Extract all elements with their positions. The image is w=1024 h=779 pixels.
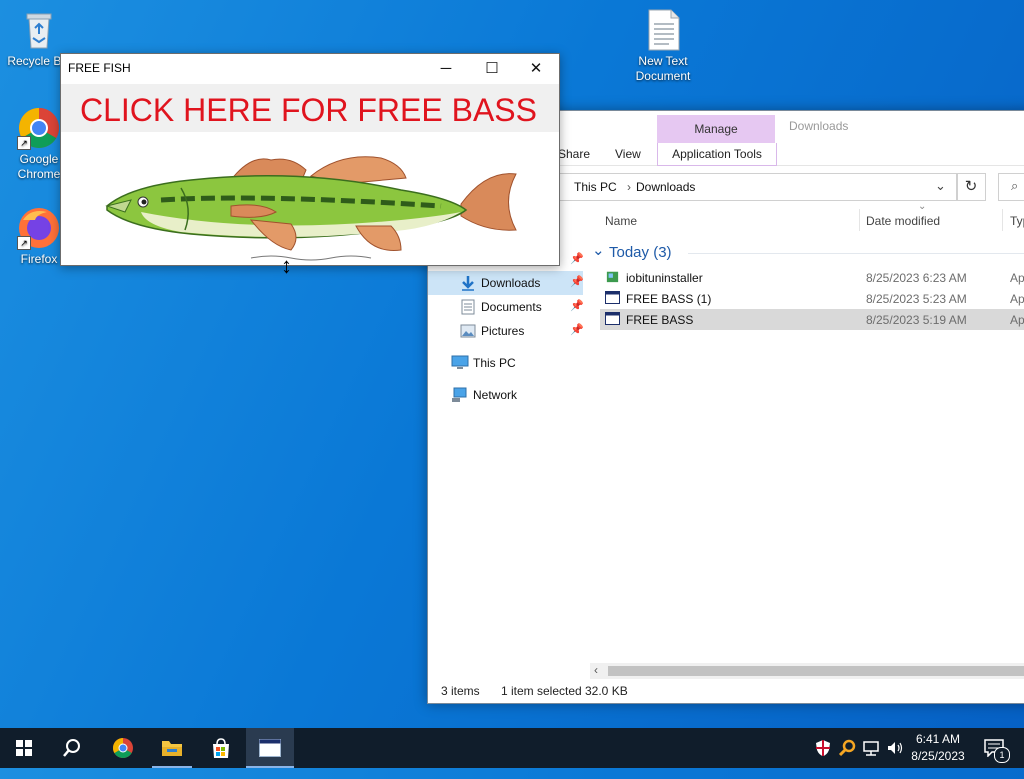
free-fish-window: FREE FISH ─ ☐ ✕ CLICK HERE FOR FREE BASS <box>60 53 560 266</box>
file-name: iobituninstaller <box>626 271 703 285</box>
column-header-type[interactable]: Typ <box>1010 214 1024 228</box>
recycle-bin-icon <box>17 8 61 52</box>
text-document-icon <box>641 8 685 52</box>
sidebar-item-label: This PC <box>473 356 516 370</box>
store-icon <box>213 738 229 758</box>
application-icon <box>605 312 620 325</box>
file-name: FREE BASS <box>626 313 694 327</box>
pin-icon: 📌 <box>570 253 583 265</box>
status-item-count: 3 items <box>441 684 480 698</box>
notification-count-badge: 1 <box>994 747 1010 763</box>
status-selected: 1 item selected <box>501 684 582 698</box>
taskbar: 6:41 AM 8/25/2023 1 <box>0 728 1024 768</box>
windows-logo-icon <box>16 740 32 756</box>
breadcrumb-separator-icon: › <box>627 180 631 194</box>
notification-center-button[interactable]: 1 <box>980 728 1024 768</box>
clock[interactable]: 6:41 AM 8/25/2023 <box>904 728 972 768</box>
scrollbar-thumb[interactable] <box>608 666 1024 676</box>
file-type: Ap <box>1010 271 1024 285</box>
breadcrumb-downloads[interactable]: Downloads <box>636 180 695 194</box>
taskbar-file-explorer[interactable] <box>148 728 196 768</box>
file-row[interactable]: FREE BASS (1) 8/25/2023 5:23 AM Ap <box>600 288 1024 309</box>
file-type: Ap <box>1010 292 1024 306</box>
pin-icon: 📌 <box>570 300 584 312</box>
search-input[interactable]: ⌕ <box>998 173 1024 201</box>
sidebar-item-this-pc[interactable]: This PC <box>428 351 583 375</box>
file-date: 8/25/2023 5:23 AM <box>866 292 967 306</box>
resize-cursor-icon: ↕ <box>281 253 292 278</box>
folder-icon <box>162 741 182 756</box>
breadcrumb-this-pc[interactable]: This PC <box>574 180 617 194</box>
taskbar-store[interactable] <box>197 728 245 768</box>
maximize-button[interactable]: ☐ <box>469 54 515 84</box>
pin-icon: 📌 <box>570 276 584 288</box>
sidebar-item-label: Downloads <box>481 276 541 290</box>
desktop-icon-new-text-document[interactable]: New Text Document <box>625 8 701 84</box>
status-size: 32.0 KB <box>585 684 628 698</box>
sidebar-item-pictures[interactable]: Pictures 📌 <box>428 319 584 343</box>
new-text-document-label: New Text Document <box>635 54 691 83</box>
clock-time: 6:41 AM <box>915 732 961 746</box>
sidebar-item-label: Documents <box>481 300 542 314</box>
group-header-today[interactable]: Today (3) <box>609 244 672 261</box>
column-header-date[interactable]: Date modified <box>866 214 940 228</box>
chrome-icon: ↗ <box>17 106 61 150</box>
scroll-left-icon[interactable]: ‹ <box>594 663 598 677</box>
refresh-button[interactable]: ↻ <box>956 173 986 201</box>
sidebar-item-network[interactable]: Network <box>428 383 583 407</box>
column-divider[interactable] <box>859 209 860 231</box>
pictures-icon <box>460 324 476 338</box>
search-icon <box>63 739 80 757</box>
group-divider <box>688 253 1024 254</box>
computer-icon <box>451 355 469 369</box>
group-collapse-icon[interactable]: ⌄ <box>592 241 605 259</box>
horizontal-scrollbar[interactable]: ‹ <box>590 663 1024 679</box>
file-type: Ap <box>1010 313 1024 327</box>
sidebar-item-documents[interactable]: Documents 📌 <box>428 295 584 319</box>
column-divider[interactable] <box>1002 209 1003 231</box>
taskbar-free-fish-app[interactable] <box>246 728 294 768</box>
application-window-icon <box>259 739 281 757</box>
address-dropdown-icon[interactable]: ⌄ <box>935 178 946 194</box>
sidebar-item-label: Network <box>473 388 518 402</box>
tab-manage[interactable]: Manage <box>657 115 775 143</box>
download-icon <box>462 276 474 291</box>
pin-icon: 📌 <box>570 324 584 336</box>
file-date: 8/25/2023 6:23 AM <box>866 271 967 285</box>
address-bar[interactable]: This PC › Downloads ⌄ <box>548 173 958 201</box>
key-search-icon[interactable] <box>838 739 856 779</box>
taskbar-chrome[interactable] <box>99 728 147 768</box>
search-button[interactable] <box>48 728 96 768</box>
file-row[interactable]: iobituninstaller 8/25/2023 6:23 AM Ap <box>600 267 1024 288</box>
minimize-button[interactable]: ─ <box>423 54 469 84</box>
documents-icon <box>461 299 475 315</box>
tab-share[interactable]: Share <box>558 147 590 161</box>
volume-icon[interactable] <box>886 739 904 779</box>
close-button[interactable]: ✕ <box>513 54 559 84</box>
sort-chevron-icon: ⌄ <box>918 201 927 212</box>
status-bar: 3 items 1 item selected 32.0 KB <box>428 679 1024 703</box>
network-icon <box>452 387 467 402</box>
installer-icon <box>606 271 619 283</box>
file-date: 8/25/2023 5:19 AM <box>866 313 967 327</box>
sidebar-item-label: Pictures <box>481 324 525 338</box>
security-shield-icon[interactable] <box>814 739 832 779</box>
chrome-icon <box>113 738 133 758</box>
tab-view[interactable]: View <box>615 147 641 161</box>
file-row-selected[interactable]: FREE BASS 8/25/2023 5:19 AM Ap <box>600 309 1024 330</box>
window-title: FREE FISH <box>68 61 131 75</box>
free-bass-banner[interactable]: CLICK HERE FOR FREE BASS <box>61 84 559 132</box>
firefox-icon: ↗ <box>17 206 61 250</box>
network-icon[interactable] <box>862 739 880 779</box>
window-title: Downloads <box>789 119 849 133</box>
start-button[interactable] <box>0 728 48 768</box>
application-icon <box>605 291 620 304</box>
search-icon: ⌕ <box>1011 178 1019 193</box>
file-name: FREE BASS (1) <box>626 292 712 306</box>
column-header-name[interactable]: Name <box>605 214 637 228</box>
sidebar-item-downloads[interactable]: Downloads 📌 <box>428 271 584 295</box>
bass-fish-image[interactable] <box>101 150 521 262</box>
clock-date: 8/25/2023 <box>911 749 965 763</box>
tab-application-tools[interactable]: Application Tools <box>657 143 777 166</box>
